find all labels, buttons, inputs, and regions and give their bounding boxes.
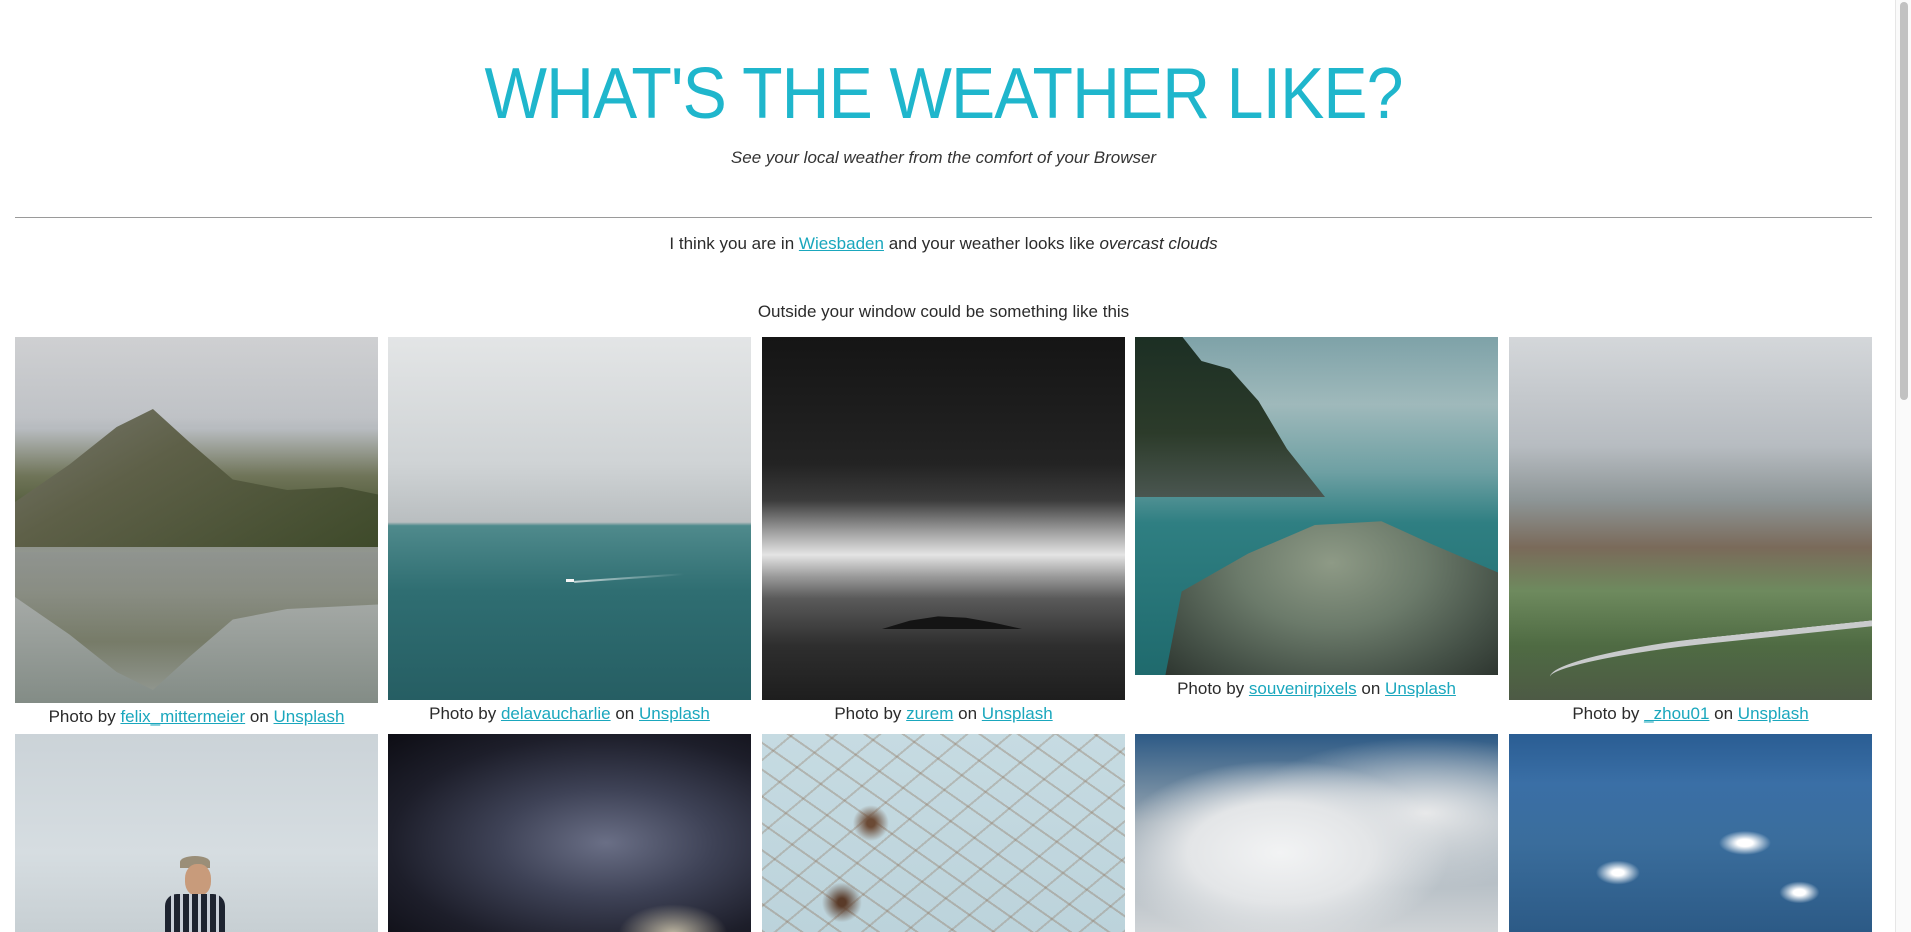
photo-card: Photo by delavaucharlie on Unsplash	[388, 337, 751, 724]
photo-card	[15, 734, 378, 932]
photo-card	[1135, 734, 1498, 932]
photo-credit: Photo by souvenirpixels on Unsplash	[1135, 679, 1498, 699]
photo-person[interactable]	[15, 734, 378, 932]
photo-dark-sky[interactable]	[762, 337, 1125, 700]
divider	[15, 217, 1872, 218]
credit-on: on	[1714, 704, 1734, 723]
photo-card	[762, 734, 1125, 932]
photo-sea-boat[interactable]	[388, 337, 751, 700]
photo-storm-sky[interactable]	[388, 734, 751, 932]
city-link[interactable]: Wiesbaden	[799, 234, 884, 253]
author-link[interactable]: delavaucharlie	[501, 704, 611, 723]
unsplash-link[interactable]: Unsplash	[982, 704, 1053, 723]
photo-card	[388, 734, 751, 932]
credit-label: Photo by	[429, 704, 497, 723]
credit-on: on	[958, 704, 978, 723]
location-prefix: I think you are in	[669, 234, 795, 253]
credit-on: on	[615, 704, 635, 723]
photo-ice-pattern[interactable]	[762, 734, 1125, 932]
location-sentence: I think you are in Wiesbaden and your we…	[15, 234, 1872, 254]
unsplash-link[interactable]: Unsplash	[1385, 679, 1456, 698]
photo-card: Photo by souvenirpixels on Unsplash	[1135, 337, 1498, 699]
photo-credit: Photo by delavaucharlie on Unsplash	[388, 704, 751, 724]
page-title: WHAT'S THE WEATHER LIKE?	[484, 54, 1403, 134]
credit-on: on	[1361, 679, 1381, 698]
outside-text: Outside your window could be something l…	[757, 302, 1130, 321]
photo-valley-road[interactable]	[1509, 337, 1872, 700]
photo-card: Photo by zurem on Unsplash	[762, 337, 1125, 724]
unsplash-link[interactable]: Unsplash	[274, 707, 345, 726]
photo-card: Photo by _zhou01 on Unsplash	[1509, 337, 1872, 724]
photo-credit: Photo by _zhou01 on Unsplash	[1509, 704, 1872, 724]
credit-label: Photo by	[1572, 704, 1640, 723]
weather-condition: overcast clouds	[1099, 234, 1218, 253]
credit-label: Photo by	[1177, 679, 1245, 698]
credit-on: on	[249, 707, 269, 726]
photo-credit: Photo by zurem on Unsplash	[762, 704, 1125, 724]
unsplash-link[interactable]: Unsplash	[639, 704, 710, 723]
scrollbar[interactable]	[1895, 0, 1911, 932]
photo-aerial-mountains[interactable]	[1509, 734, 1872, 932]
photo-rocky-shore[interactable]	[1135, 337, 1498, 675]
author-link[interactable]: zurem	[906, 704, 953, 723]
photo-credit: Photo by felix_mittermeier on Unsplash	[15, 707, 378, 727]
page-subtitle: See your local weather from the comfort …	[730, 148, 1157, 167]
author-link[interactable]: felix_mittermeier	[120, 707, 245, 726]
photo-mountain-lake[interactable]	[15, 337, 378, 703]
unsplash-link[interactable]: Unsplash	[1738, 704, 1809, 723]
author-link[interactable]: souvenirpixels	[1249, 679, 1357, 698]
credit-label: Photo by	[834, 704, 902, 723]
photo-card: Photo by felix_mittermeier on Unsplash	[15, 337, 378, 727]
credit-label: Photo by	[48, 707, 116, 726]
scrollbar-thumb[interactable]	[1900, 2, 1908, 400]
photo-card	[1509, 734, 1872, 932]
author-link[interactable]: _zhou01	[1644, 704, 1709, 723]
location-middle: and your weather looks like	[888, 234, 1095, 253]
photo-clouds[interactable]	[1135, 734, 1498, 932]
